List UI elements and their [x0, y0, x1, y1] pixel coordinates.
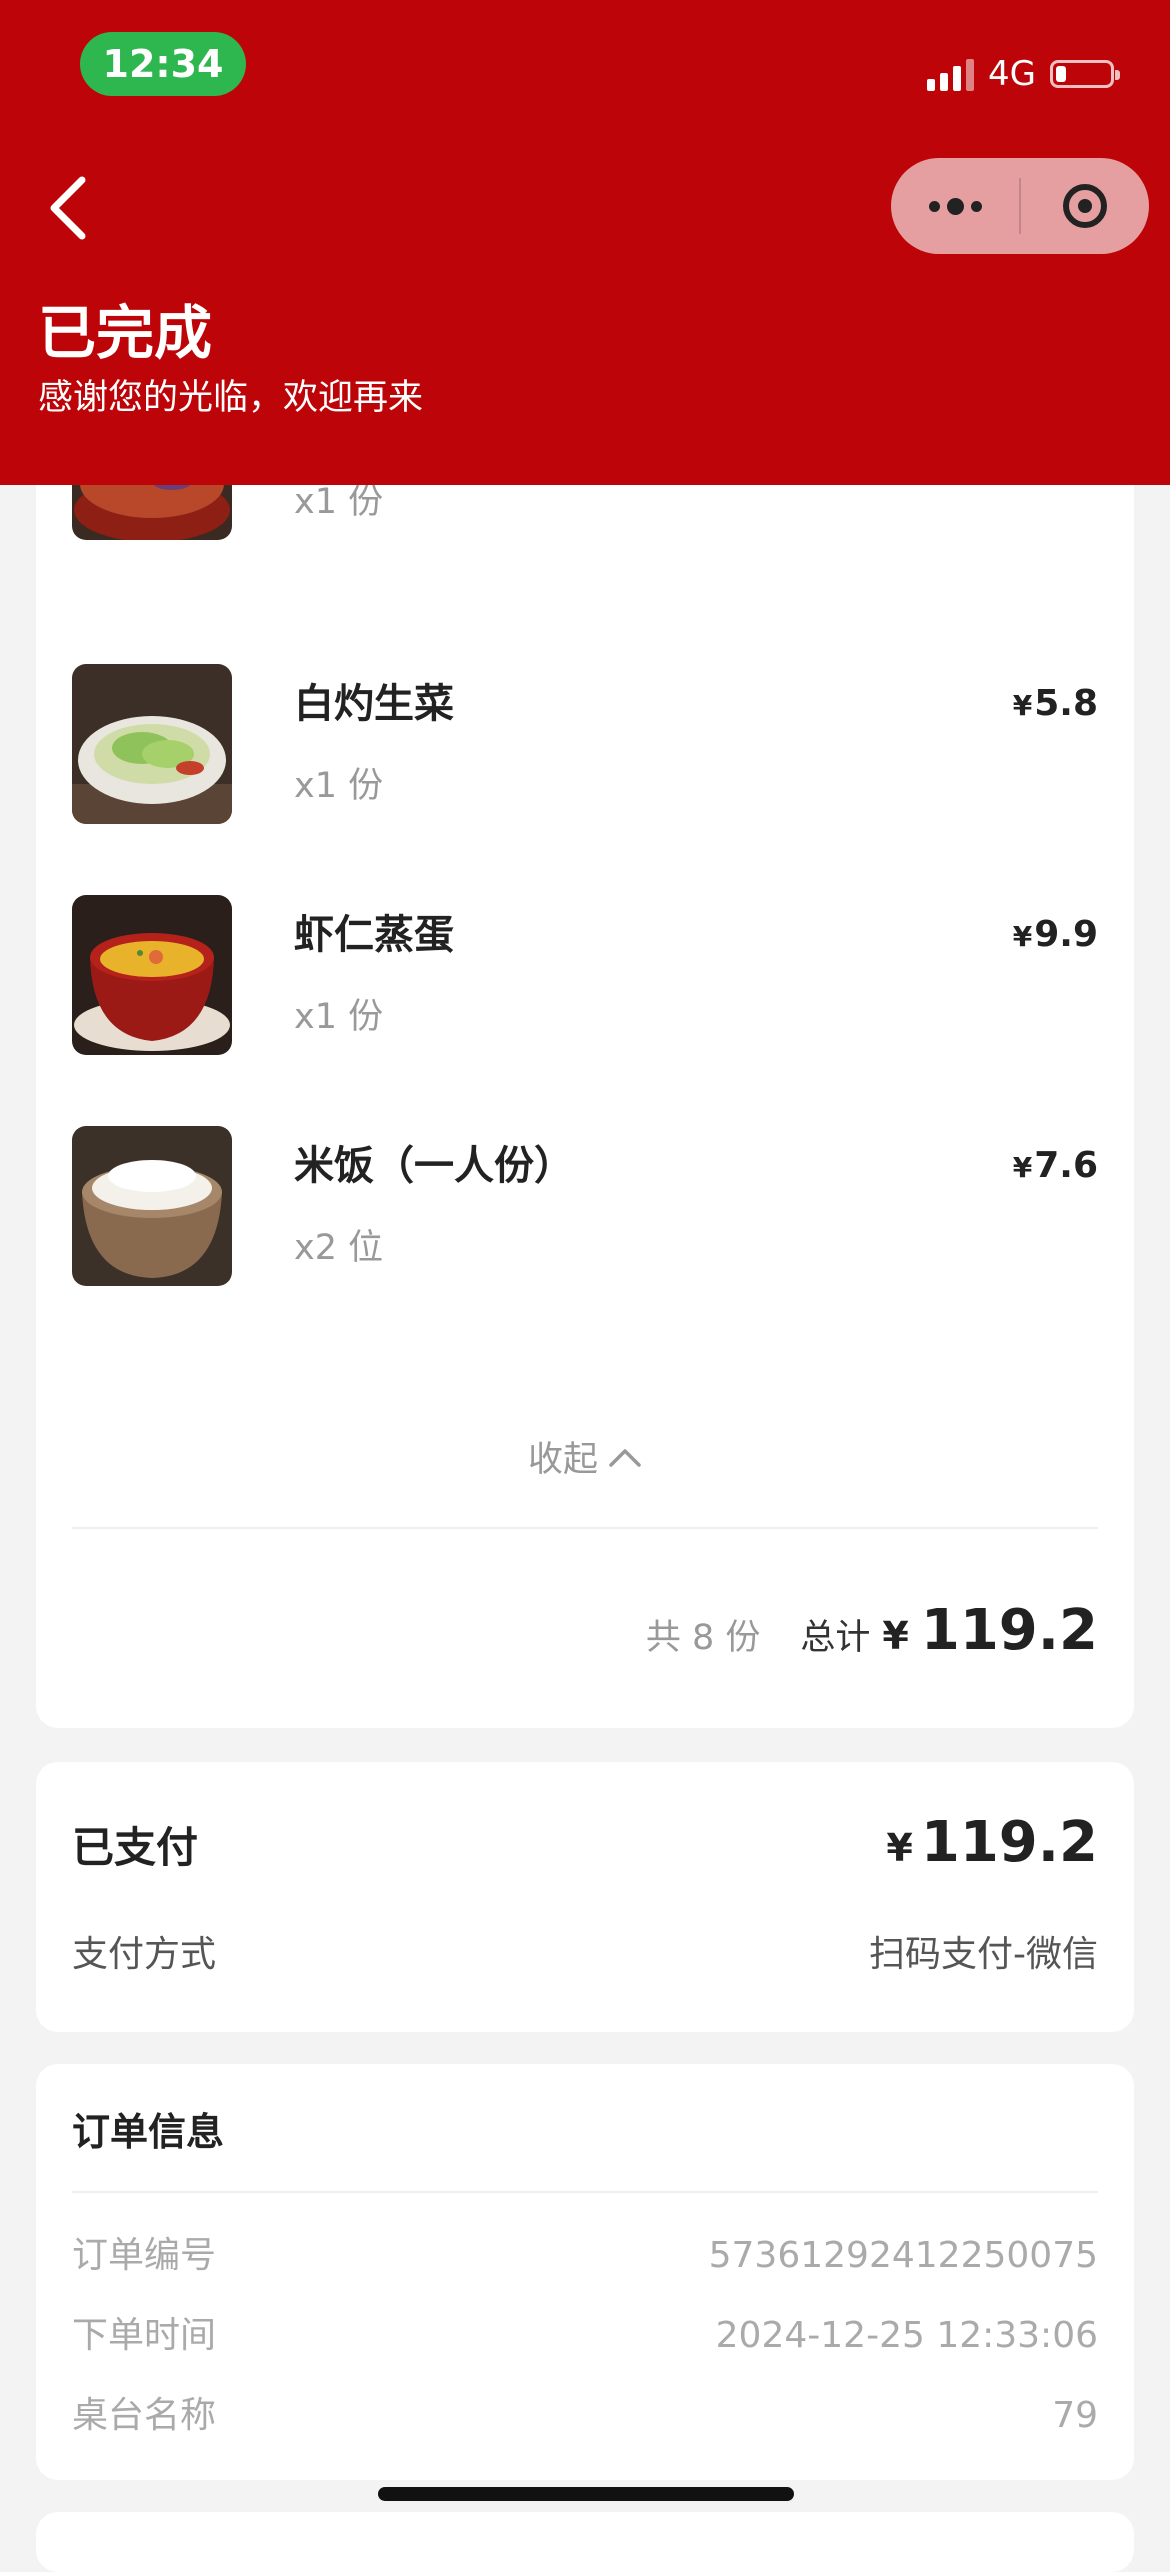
- info-label: 桌台名称: [72, 2395, 217, 2436]
- dish-image: [72, 895, 232, 1055]
- item-quantity: x1 份: [294, 766, 384, 806]
- item-price: ¥5.8: [1012, 683, 1098, 724]
- item-quantity: x1 份: [294, 482, 384, 522]
- next-card: [36, 2512, 1134, 2572]
- chevron-up-icon: [608, 1417, 642, 1497]
- page-title: 已完成: [38, 299, 213, 367]
- home-indicator[interactable]: [378, 2487, 794, 2501]
- table-name-value: 79: [1052, 2395, 1098, 2436]
- order-items-card: x1 份 白灼生菜 x1 份 ¥5.8 虾仁蒸蛋 x1 份 ¥9.9 米饭（一人…: [36, 380, 1134, 1728]
- order-item: 米饭（一人份） x2 位 ¥7.6: [72, 1126, 1098, 1286]
- item-quantity: x1 份: [294, 997, 384, 1037]
- currency-symbol: ¥: [882, 1614, 909, 1658]
- signal-icon: [927, 57, 975, 91]
- payment-method-label: 支付方式: [72, 1934, 217, 1975]
- dish-image: [72, 1126, 232, 1286]
- item-price: ¥9.9: [1012, 914, 1098, 955]
- order-time-row: 下单时间 2024-12-25 12:33:06: [72, 2308, 1098, 2364]
- order-time-value: 2024-12-25 12:33:06: [715, 2315, 1098, 2356]
- total-label: 总计: [800, 1618, 871, 1658]
- network-type: 4G: [988, 54, 1036, 94]
- page-subtitle: 感谢您的光临，欢迎再来: [38, 378, 424, 418]
- item-name: 米饭（一人份）: [294, 1143, 574, 1189]
- paid-amount: ¥ 119.2: [886, 1810, 1098, 1875]
- paid-value: 119.2: [920, 1810, 1098, 1875]
- order-number-value[interactable]: 57361292412250075: [709, 2228, 1098, 2284]
- item-count: 共 8 份: [645, 1618, 761, 1658]
- payment-card: 已支付 ¥ 119.2 支付方式 扫码支付-微信: [36, 1762, 1134, 2032]
- chevron-left-icon: [50, 176, 86, 240]
- order-item: 白灼生菜 x1 份 ¥5.8: [72, 664, 1098, 824]
- close-mini-program-button[interactable]: [1021, 158, 1149, 254]
- target-circle-icon: [1063, 184, 1107, 228]
- info-label: 下单时间: [72, 2315, 217, 2356]
- table-name-row: 桌台名称 79: [72, 2388, 1098, 2444]
- divider: [72, 2191, 1098, 2193]
- item-name: 白灼生菜: [294, 681, 454, 727]
- more-button[interactable]: [891, 158, 1019, 254]
- paid-label: 已支付: [72, 1823, 199, 1872]
- info-label: 订单编号: [72, 2235, 217, 2276]
- order-summary: 共 8 份 总计 ¥ 119.2: [646, 1598, 1098, 1678]
- battery-icon: [1050, 60, 1120, 88]
- order-info-card: 订单信息 订单编号 57361292412250075 下单时间 2024-12…: [36, 2064, 1134, 2480]
- mini-program-capsule: [891, 158, 1149, 254]
- item-price: ¥7.6: [1012, 1145, 1098, 1186]
- currency-symbol: ¥: [886, 1826, 913, 1870]
- more-dots-icon: [928, 200, 940, 212]
- dish-image: [72, 664, 232, 824]
- order-number-row: 订单编号 57361292412250075: [72, 2228, 1098, 2284]
- total-amount: 119.2: [920, 1598, 1098, 1663]
- order-info-title: 订单信息: [72, 2110, 225, 2154]
- collapse-button[interactable]: 收起: [36, 1420, 1134, 1500]
- payment-method-value: 扫码支付-微信: [869, 1934, 1098, 1975]
- item-quantity: x2 位: [294, 1228, 384, 1268]
- order-item: 虾仁蒸蛋 x1 份 ¥9.9: [72, 895, 1098, 1055]
- page-header: 12:34 4G 已完成 感谢您的光临，欢迎再来: [0, 0, 1170, 485]
- item-name: 虾仁蒸蛋: [294, 912, 454, 958]
- status-indicators: 4G: [927, 52, 1120, 96]
- divider: [72, 1527, 1098, 1529]
- back-button[interactable]: [40, 168, 100, 248]
- status-time: 12:34: [80, 32, 246, 96]
